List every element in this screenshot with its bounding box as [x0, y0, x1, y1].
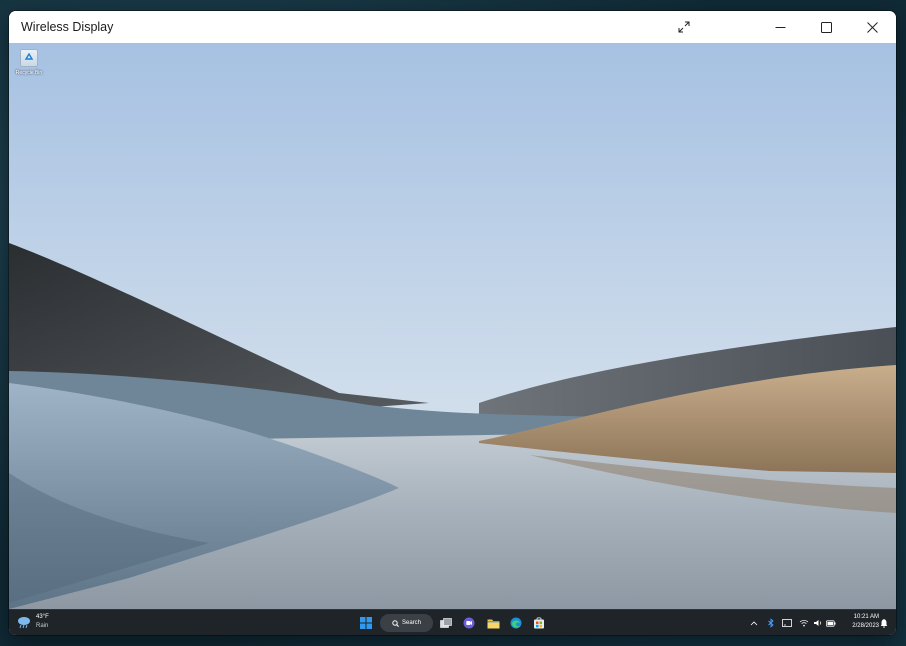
volume-icon [814, 620, 822, 626]
taskbar: 43°F Rain Search 10:21 AM 2/28/2023 [9, 609, 896, 635]
clock-time: 10:21 AM [853, 614, 879, 620]
start-icon [360, 617, 372, 629]
start-button[interactable] [357, 614, 375, 632]
file-explorer-button[interactable] [484, 614, 502, 632]
desktop-icon-recycle-bin[interactable]: Recycle Bin [13, 49, 45, 83]
taskbar-clock[interactable]: 10:21 AM 2/28/2023 [837, 613, 879, 631]
expand-button[interactable] [661, 11, 707, 43]
task-view-icon [440, 617, 452, 628]
weather-condition: Rain [36, 623, 49, 629]
window-title: Wireless Display [21, 20, 114, 34]
microsoft-store-icon [534, 617, 544, 629]
clock-date: 2/28/2023 [852, 623, 879, 629]
taskbar-search-box[interactable]: Search [380, 614, 433, 632]
cast-icon [782, 619, 792, 627]
teams-chat-icon [463, 617, 475, 629]
cast-button[interactable] [782, 617, 792, 629]
microsoft-store-button[interactable] [530, 614, 548, 632]
search-icon [392, 619, 399, 627]
wireless-display-window: Wireless Display Recycle Bin 43°F Rain S… [9, 11, 896, 635]
weather-temperature: 43°F [36, 614, 49, 620]
minimize-icon [775, 26, 785, 28]
desktop-wallpaper [9, 43, 896, 609]
edge-button[interactable] [507, 614, 525, 632]
rain-cloud-icon [18, 617, 30, 629]
wifi-icon [799, 619, 809, 627]
network-button[interactable] [799, 617, 809, 629]
close-icon [866, 21, 878, 33]
maximize-icon [820, 21, 832, 33]
expand-icon [678, 21, 690, 33]
minimize-button[interactable] [757, 11, 803, 43]
file-explorer-icon [487, 619, 499, 628]
battery-icon [826, 619, 836, 627]
edge-icon [510, 617, 522, 629]
remote-screen[interactable]: Recycle Bin 43°F Rain Search 10:21 AM 2/… [9, 43, 896, 635]
maximize-button[interactable] [803, 11, 849, 43]
volume-button[interactable] [813, 617, 823, 629]
bluetooth-button[interactable] [766, 617, 776, 629]
show-hidden-icons-button[interactable] [749, 617, 759, 629]
recycle-bin-icon [20, 49, 38, 67]
notification-icon [880, 619, 888, 628]
chevron-up-icon [750, 621, 758, 626]
title-bar[interactable]: Wireless Display [9, 11, 896, 43]
teams-chat-button[interactable] [460, 614, 478, 632]
bluetooth-icon [768, 618, 774, 628]
battery-button[interactable] [826, 617, 836, 629]
search-label: Search [402, 620, 422, 626]
close-button[interactable] [849, 11, 895, 43]
task-view-button[interactable] [437, 614, 455, 632]
recycle-bin-label: Recycle Bin [15, 70, 43, 76]
notification-center-button[interactable] [879, 617, 889, 629]
